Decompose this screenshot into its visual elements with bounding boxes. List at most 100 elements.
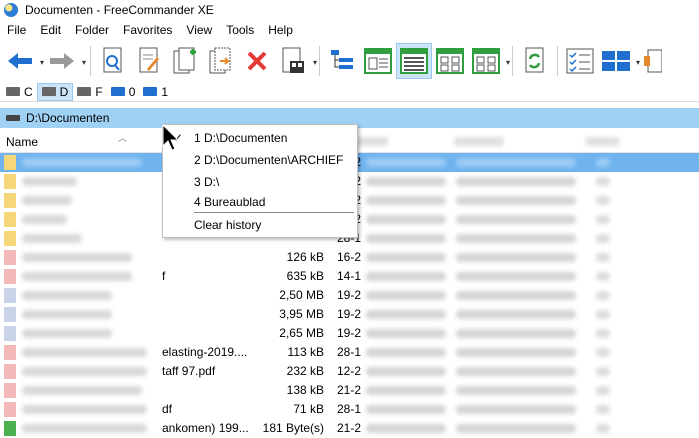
edit-button[interactable] [131, 43, 167, 79]
file-size: 113 kB [287, 345, 324, 359]
drive-label: F [95, 84, 103, 99]
edit-file-icon [139, 47, 159, 73]
date-blurred [366, 253, 446, 262]
large-thumbnails-view-button[interactable]: ▾ [468, 43, 510, 79]
properties-button[interactable]: ▾ [275, 43, 317, 79]
table-row[interactable]: 3,95 MB 19-2 [0, 305, 699, 324]
drive-0[interactable]: 0 [107, 83, 140, 101]
file-date: 21-2 [337, 421, 362, 435]
file-icon [4, 250, 16, 265]
clear-history-item[interactable]: Clear history [163, 214, 357, 236]
move-file-icon [209, 47, 231, 74]
column-name-header[interactable]: Name [6, 135, 38, 149]
file-date: 19-2 [337, 288, 362, 302]
drive-d[interactable]: D [36, 82, 74, 101]
search-icon [103, 47, 122, 73]
date-blurred [366, 291, 446, 300]
details-view-icon [364, 48, 392, 74]
menu-view[interactable]: View [179, 23, 219, 37]
back-arrow-icon [8, 53, 32, 69]
table-row[interactable]: elasting-2019.... 113 kB 28-1 [0, 343, 699, 362]
ext-blurred [596, 196, 610, 205]
file-icon [4, 364, 16, 379]
thumbnails-view-button[interactable] [432, 43, 468, 79]
table-row[interactable]: 138 kB 21-2 [0, 381, 699, 400]
file-icon [4, 269, 16, 284]
drive-label: 0 [128, 84, 136, 99]
file-date: 19-2 [337, 326, 362, 340]
table-row[interactable]: f 635 kB 14-1 [0, 267, 699, 286]
file-icon [4, 193, 16, 208]
menu-tools[interactable]: Tools [219, 23, 261, 37]
chevron-down-icon[interactable]: ▾ [82, 58, 86, 67]
file-icon [4, 402, 16, 417]
file-size: 71 kB [293, 402, 324, 416]
move-button[interactable] [203, 43, 239, 79]
menu-edit[interactable]: Edit [33, 23, 68, 37]
drive-f[interactable]: F [73, 83, 106, 101]
chevron-down-icon[interactable]: ▾ [506, 58, 510, 67]
date-blurred [366, 196, 446, 205]
details-view-button[interactable] [360, 43, 396, 79]
type-blurred [456, 234, 576, 243]
list-view-button[interactable] [396, 43, 432, 79]
new-file-icon [173, 47, 196, 74]
file-icon [4, 383, 16, 398]
menu-help[interactable]: Help [261, 23, 300, 37]
tree-view-icon [331, 50, 353, 69]
tree-view-button[interactable] [324, 43, 360, 79]
file-name-blurred [22, 158, 142, 167]
drive-c[interactable]: C [2, 83, 37, 101]
chevron-down-icon[interactable]: ▾ [636, 58, 640, 67]
sync-button[interactable] [517, 43, 553, 79]
file-icon [4, 345, 16, 360]
file-name: f [162, 269, 166, 283]
history-item-4[interactable]: 4 Bureaublad [163, 191, 357, 213]
monitor-icon [110, 87, 125, 96]
file-size: 635 kB [286, 269, 324, 283]
type-blurred [456, 310, 576, 319]
search-button[interactable] [95, 43, 131, 79]
history-item-3[interactable]: 3 D:\ [163, 171, 357, 193]
file-name-blurred [22, 253, 132, 262]
layout-button[interactable]: ▾ [598, 43, 640, 79]
drive-icon [77, 87, 92, 96]
date-blurred [366, 215, 446, 224]
drive-bar: C D F 0 1 [0, 82, 699, 102]
toolbar-separator [557, 46, 558, 76]
ext-blurred [596, 367, 610, 376]
history-item-label: 3 D:\ [194, 175, 220, 189]
table-row[interactable]: 2,65 MB 19-2 [0, 324, 699, 343]
delete-icon [247, 51, 267, 71]
new-file-button[interactable] [167, 43, 203, 79]
table-row[interactable]: ankomen) 199... 181 Byte(s) 21-2 [0, 419, 699, 438]
menu-folder[interactable]: Folder [68, 23, 116, 37]
table-row[interactable]: df 71 kB 28-1 [0, 400, 699, 419]
drive-icon [6, 115, 20, 121]
drive-1[interactable]: 1 [139, 83, 172, 101]
forward-button[interactable]: ▾ [44, 43, 86, 79]
file-size: 138 kB [286, 383, 324, 397]
table-row[interactable]: taff 97.pdf 232 kB 12-2 [0, 362, 699, 381]
file-name: elasting-2019.... [162, 345, 248, 359]
ext-blurred [596, 291, 610, 300]
history-item-label: 4 Bureaublad [194, 195, 266, 209]
delete-button[interactable] [239, 43, 275, 79]
file-name: ankomen) 199... [162, 421, 249, 435]
table-row[interactable]: 126 kB 16-2 [0, 248, 699, 267]
toolbar-separator [512, 46, 513, 76]
file-name-blurred [22, 367, 147, 376]
chevron-down-icon[interactable]: ▾ [313, 58, 317, 67]
checklist-button[interactable] [562, 43, 598, 79]
history-item-1[interactable]: ✓ 1 D:\Documenten [163, 127, 357, 149]
mouse-cursor-icon [162, 124, 180, 151]
back-button[interactable]: ▾ [2, 43, 44, 79]
table-row[interactable]: 2,50 MB 19-2 [0, 286, 699, 305]
date-blurred [366, 158, 446, 167]
ext-blurred [596, 234, 610, 243]
menu-file[interactable]: File [0, 23, 33, 37]
clear-history-label: Clear history [194, 218, 262, 232]
extra-button[interactable] [642, 43, 662, 79]
menu-favorites[interactable]: Favorites [116, 23, 179, 37]
history-item-2[interactable]: 2 D:\Documenten\ARCHIEF [163, 149, 357, 171]
